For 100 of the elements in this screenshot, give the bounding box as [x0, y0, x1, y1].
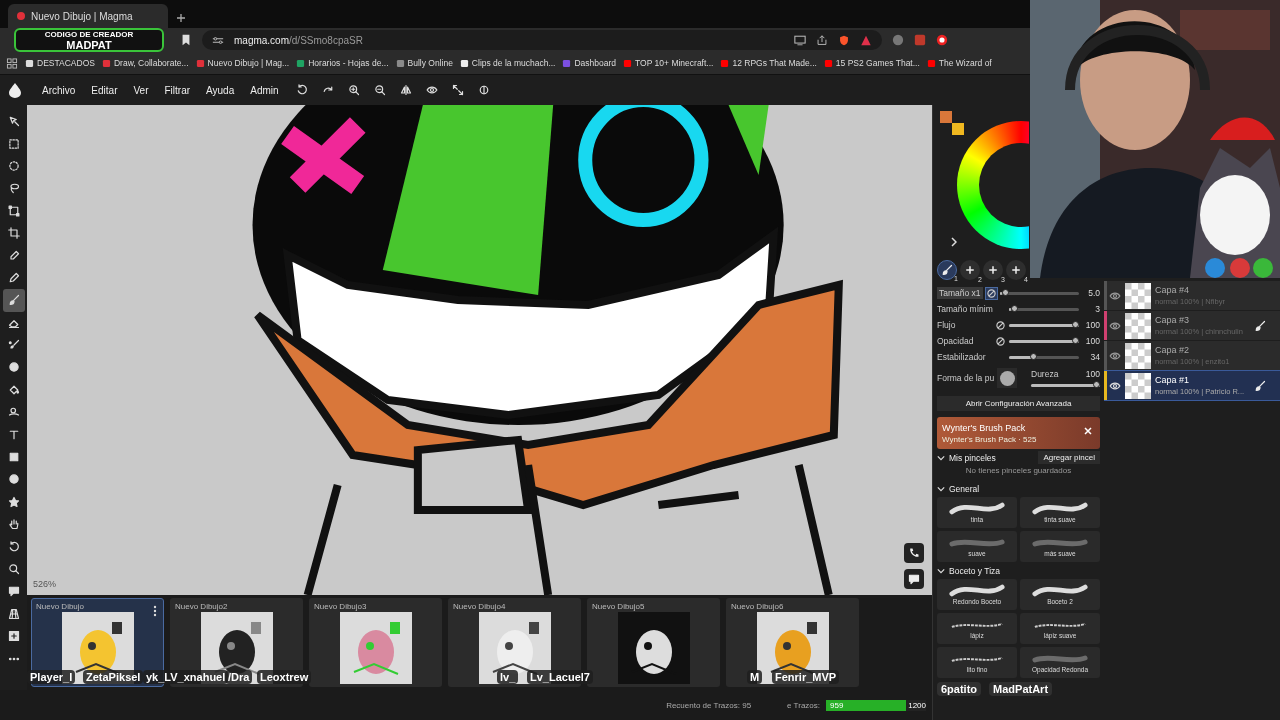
slider[interactable]	[1031, 384, 1100, 387]
menu-item[interactable]: Archivo	[36, 78, 86, 102]
cast-icon[interactable]	[794, 34, 806, 46]
section-header[interactable]: General	[937, 483, 980, 494]
eye-icon[interactable]	[425, 84, 438, 96]
secondary-color-swatch[interactable]	[952, 123, 964, 135]
plus-icon[interactable]	[7, 630, 20, 643]
menu-item[interactable]: Editar	[85, 78, 128, 102]
bookmark-item[interactable]: DESTACADOS	[25, 58, 95, 68]
pencil-icon[interactable]	[7, 271, 20, 284]
chevron-icon	[937, 567, 945, 574]
layer-name: Capa #1	[1155, 375, 1191, 385]
hand-icon[interactable]	[7, 518, 20, 531]
menu-item[interactable]: Filtrar	[158, 78, 201, 102]
blur-icon[interactable]	[7, 361, 20, 374]
share-icon[interactable]	[816, 34, 828, 46]
extension-icon[interactable]	[914, 34, 926, 46]
zoom-level: 526%	[33, 579, 57, 589]
section-header[interactable]: Boceto y Tiza	[937, 565, 1001, 576]
comment-icon[interactable]	[7, 585, 20, 598]
undo-icon[interactable]	[295, 84, 308, 96]
rotate-icon[interactable]	[7, 540, 20, 553]
browser-tab[interactable]: Nuevo Dibujo | Magma	[8, 4, 168, 28]
slider[interactable]	[1009, 339, 1079, 343]
bookmark-item[interactable]: Draw, Collaborate...	[101, 58, 189, 68]
menu-item[interactable]: Ayuda	[200, 78, 245, 102]
canvas[interactable]: 526%	[27, 105, 932, 595]
transform-icon[interactable]	[7, 204, 20, 217]
profile-icon[interactable]	[892, 34, 904, 46]
primary-color-swatch[interactable]	[940, 111, 952, 123]
square-icon[interactable]	[7, 451, 20, 464]
smudge-icon[interactable]	[7, 339, 20, 352]
bookmark-item[interactable]: Dashboard	[562, 58, 617, 68]
promo-card[interactable]: Wynter's Brush Pack Wynter's Brush Pack · 525	[937, 417, 1100, 449]
pressure-icon[interactable]	[995, 319, 1006, 331]
menu-item[interactable]: Admin	[244, 78, 289, 102]
slider-thumb[interactable]	[1093, 381, 1100, 388]
eyedropper-icon[interactable]	[7, 249, 20, 262]
lasso-icon[interactable]	[7, 182, 20, 195]
url-text: magma.com/d/SSmo8cpaSR	[234, 34, 363, 46]
slider[interactable]	[1009, 323, 1079, 327]
app-logo-icon[interactable]	[8, 82, 22, 98]
star-icon[interactable]	[7, 495, 20, 508]
apps-icon[interactable]	[6, 57, 18, 69]
section-header[interactable]: Mis pinceles	[937, 452, 996, 463]
tool-button[interactable]	[2, 289, 25, 312]
chat-username: Leoxtrew	[257, 670, 312, 684]
pressure-icon[interactable]	[995, 335, 1006, 347]
chevron-icon[interactable]	[951, 237, 957, 247]
chevron-icon	[937, 485, 945, 492]
brush-icon[interactable]	[7, 294, 20, 307]
bookmark-item[interactable]: Clips de la muchach...	[459, 58, 556, 68]
slider[interactable]	[1009, 307, 1079, 311]
slider-thumb[interactable]	[1072, 320, 1079, 328]
grid-icon[interactable]	[7, 607, 20, 620]
fullscreen-icon[interactable]	[451, 84, 464, 96]
pressure-icon[interactable]	[985, 287, 997, 299]
bookmark-item[interactable]: The Wizard of	[926, 58, 992, 68]
advanced-settings-button[interactable]: Abrir Configuración Avanzada	[937, 396, 1100, 411]
add-brush-button[interactable]: Agregar pincel	[1038, 451, 1100, 464]
rectangle-select-icon[interactable]	[7, 137, 20, 150]
stroke-count: 959	[830, 699, 844, 711]
bookmark-item[interactable]: 15 PS2 Games That...	[823, 58, 920, 68]
flip-icon[interactable]	[399, 84, 412, 96]
slider[interactable]	[1009, 355, 1079, 359]
bucket-icon[interactable]	[7, 383, 20, 396]
bookmark-item[interactable]: Nuevo Dibujo | Mag...	[195, 58, 290, 68]
zoom-icon[interactable]	[7, 563, 20, 575]
drawing-card[interactable]: Nuevo Dibujo3	[309, 598, 442, 687]
site-settings-icon[interactable]	[212, 34, 224, 46]
text-icon[interactable]	[7, 428, 20, 441]
bookmark-item[interactable]: Horarios - Hojas de...	[296, 58, 389, 68]
brush-shape-preview[interactable]	[997, 368, 1017, 388]
bookmark-item[interactable]: 12 RPGs That Made...	[720, 58, 817, 68]
bookmark-item[interactable]: TOP 10+ Minecraft...	[623, 58, 714, 68]
zoom-out-icon[interactable]	[373, 84, 386, 96]
brush-stroke-icon	[948, 502, 1006, 516]
chat-username: Lv_Lacuel7	[527, 670, 593, 684]
slider[interactable]	[999, 291, 1079, 295]
zoom-in-icon[interactable]	[347, 84, 360, 96]
triangle-icon[interactable]	[860, 34, 872, 46]
address-bar[interactable]: magma.com/d/SSmo8cpaSR	[202, 30, 882, 50]
shield-icon[interactable]	[838, 34, 850, 46]
slider-value: 34	[1089, 352, 1100, 362]
drawing-title: Nuevo Dibujo3	[313, 601, 368, 612]
slider-thumb[interactable]	[1072, 336, 1079, 344]
layer-name: Capa #2	[1155, 345, 1191, 355]
record-icon[interactable]	[936, 34, 948, 46]
menu-item[interactable]: Ver	[127, 78, 159, 102]
drawing-title: Nuevo Dibujo4	[452, 601, 507, 612]
bookmark-icon[interactable]	[180, 34, 192, 46]
circle-icon[interactable]	[7, 473, 20, 486]
slider-thumb[interactable]	[1010, 304, 1018, 312]
crop-icon[interactable]	[7, 227, 20, 240]
ellipse-select-icon[interactable]	[7, 159, 20, 172]
bookmark-item[interactable]: Bully Online	[395, 58, 453, 68]
slider-thumb[interactable]	[1030, 352, 1038, 360]
move-icon[interactable]	[7, 115, 20, 128]
slider-thumb[interactable]	[1001, 288, 1009, 296]
plus-icon	[964, 264, 976, 276]
